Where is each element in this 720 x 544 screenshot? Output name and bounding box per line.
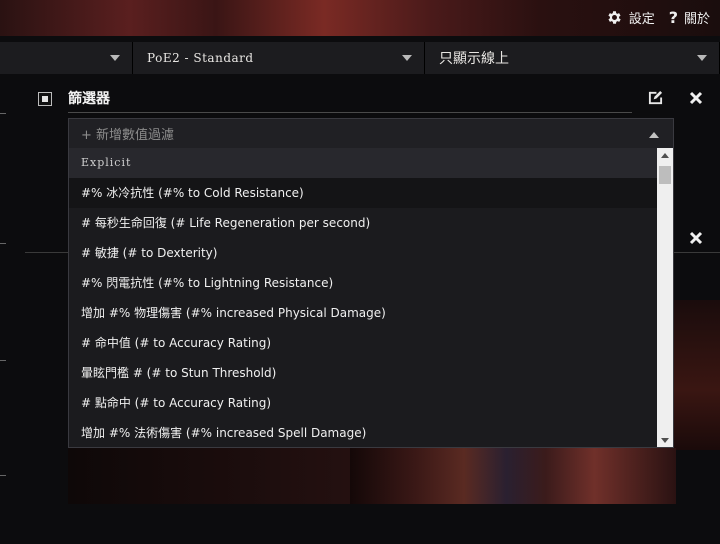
dropdown-option[interactable]: #% 閃電抗性 (#% to Lightning Resistance)	[69, 268, 673, 298]
dropdown-option[interactable]: # 點命中 (# to Accuracy Rating)	[69, 388, 673, 418]
stat-filter-search	[68, 118, 674, 148]
online-select-value: 只顯示線上	[439, 51, 509, 67]
dropdown-option[interactable]: # 命中值 (# to Accuracy Rating)	[69, 328, 673, 358]
dropdown-option[interactable]: #% 冰冷抗性 (#% to Cold Resistance)	[69, 178, 673, 208]
chevron-down-icon	[110, 55, 120, 61]
background-art	[68, 448, 350, 504]
left-divider	[0, 475, 6, 476]
close-icon[interactable]	[689, 90, 703, 109]
filter-group-header: 篩選器	[0, 84, 720, 118]
gear-icon	[606, 9, 623, 26]
scroll-down-icon[interactable]	[661, 438, 669, 443]
chevron-down-icon	[697, 55, 707, 61]
settings-label: 設定	[628, 12, 655, 27]
scrollbar-thumb[interactable]	[659, 166, 671, 184]
about-button[interactable]: ? 關於	[669, 8, 710, 27]
edit-icon[interactable]	[648, 90, 663, 109]
filter-title: 篩選器	[68, 91, 110, 107]
top-toolbar: 設定 ? 關於	[606, 8, 710, 27]
filter-title-underline	[68, 112, 632, 113]
stat-search-input[interactable]	[79, 124, 623, 146]
dropdown-option[interactable]: # 敏捷 (# to Dexterity)	[69, 238, 673, 268]
settings-button[interactable]: 設定	[606, 8, 655, 27]
league-select[interactable]: PoE2 - Standard	[133, 42, 425, 74]
filter-enable-checkbox[interactable]	[38, 92, 52, 106]
select-bar: PoE2 - Standard 只顯示線上	[0, 42, 720, 74]
stat-dropdown-list: Explicit #% 冰冷抗性 (#% to Cold Resistance)…	[68, 148, 674, 448]
background-art	[674, 300, 720, 450]
scroll-up-icon[interactable]	[661, 153, 669, 158]
dropdown-option[interactable]: 暈眩門檻 # (# to Stun Threshold)	[69, 358, 673, 388]
league-select-value: PoE2 - Standard	[147, 51, 254, 65]
left-divider	[0, 360, 6, 361]
option-group-header: Explicit	[69, 148, 673, 178]
dropdown-scrollbar[interactable]	[657, 148, 673, 447]
dropdown-option[interactable]: 增加 #% 法術傷害 (#% increased Spell Damage)	[69, 418, 673, 447]
online-select[interactable]: 只顯示線上	[425, 42, 720, 74]
left-divider	[0, 243, 6, 244]
dropdown-option[interactable]: 增加 #% 物理傷害 (#% increased Physical Damage…	[69, 298, 673, 328]
chevron-up-icon[interactable]	[649, 132, 659, 138]
about-label: 關於	[683, 12, 710, 27]
close-icon[interactable]	[689, 230, 703, 249]
question-icon: ?	[668, 8, 678, 27]
category-select[interactable]	[0, 42, 133, 74]
background-art	[350, 448, 676, 504]
dropdown-option[interactable]: # 每秒生命回復 (# Life Regeneration per second…	[69, 208, 673, 238]
chevron-down-icon	[402, 55, 412, 61]
